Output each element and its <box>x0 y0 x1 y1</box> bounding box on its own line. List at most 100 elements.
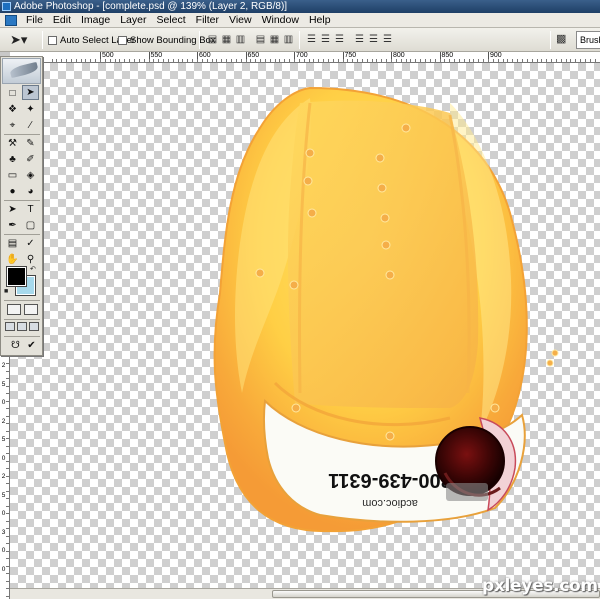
tool-preset-picker[interactable]: ➤▾ <box>10 32 36 48</box>
standard-mode-button[interactable] <box>7 304 21 315</box>
ruler-minor-tick <box>124 59 126 62</box>
ruler-minor-tick <box>274 59 276 62</box>
label-phone-text: 800-439-6311 <box>328 469 451 491</box>
options-separator <box>299 31 300 49</box>
toolbox-divider <box>4 134 40 135</box>
menu-filter[interactable]: Filter <box>191 13 224 27</box>
ruler-minor-tick <box>6 483 9 484</box>
ruler-minor-tick <box>129 59 131 62</box>
ruler-minor-tick <box>6 385 9 387</box>
menu-window[interactable]: Window <box>257 13 304 27</box>
pen-tool-icon[interactable]: ✒ <box>4 218 21 233</box>
distribute-vcenter-icon[interactable]: ☰ <box>319 33 332 46</box>
move-tool-icon[interactable]: ➤ <box>22 85 39 100</box>
ruler-minor-tick <box>226 59 228 62</box>
blur-tool-icon[interactable]: ● <box>4 184 21 199</box>
menu-image[interactable]: Image <box>76 13 115 27</box>
ruler-minor-tick <box>488 59 489 62</box>
distribute-right-icon[interactable]: ☰ <box>381 33 394 46</box>
ruler-minor-tick <box>507 59 509 62</box>
distribute-top-icon[interactable]: ☰ <box>305 33 318 46</box>
align-right-icon[interactable]: ▥ <box>282 33 295 46</box>
align-vcenter-icon[interactable]: ▦ <box>220 33 233 46</box>
toolbox-header[interactable] <box>2 58 41 84</box>
brush-tool-icon[interactable]: ✎ <box>22 136 39 151</box>
feather-icon <box>9 61 39 79</box>
ruler-minor-tick <box>395 59 397 62</box>
default-colors-icon[interactable]: ■ <box>4 288 8 295</box>
brushes-palette-tab[interactable]: Brush <box>576 31 600 49</box>
label-website-text: acdioc.com <box>362 497 418 509</box>
ruler-minor-tick <box>327 59 329 62</box>
distribute-hcenter-icon[interactable]: ☰ <box>367 33 380 46</box>
palette-well-icon[interactable]: ▩ <box>556 33 570 46</box>
menu-view[interactable]: View <box>224 13 257 27</box>
full-screen-menu-mode-button[interactable] <box>17 322 27 331</box>
horizontal-ruler[interactable]: 500 550 600 650 700 750 800 850 900 <box>10 52 600 63</box>
show-bounding-box-label: Show Bounding Box <box>130 34 216 46</box>
ruler-minor-tick <box>240 59 242 62</box>
ruler-minor-tick <box>177 59 179 62</box>
menu-help[interactable]: Help <box>304 13 336 27</box>
ruler-minor-tick <box>114 59 116 62</box>
ruler-minor-tick <box>260 59 262 62</box>
ruler-minor-tick <box>250 59 252 62</box>
menu-select[interactable]: Select <box>151 13 190 27</box>
imageready-icon[interactable]: ☋ <box>7 338 24 353</box>
align-hcenter-icon[interactable]: ▦ <box>268 33 281 46</box>
standard-screen-mode-button[interactable] <box>5 322 15 331</box>
healing-brush-tool-icon[interactable]: ⚒ <box>4 136 21 151</box>
ruler-label: 750 <box>344 52 357 59</box>
auto-select-layer-checkbox[interactable] <box>48 35 57 45</box>
menu-file[interactable]: File <box>21 13 48 27</box>
quick-mask-mode-button[interactable] <box>24 304 38 315</box>
ruler-minor-tick <box>536 59 538 62</box>
foreground-color-swatch[interactable] <box>6 266 27 287</box>
eyedropper-tool-icon[interactable]: ✓ <box>22 236 39 251</box>
path-selection-tool-icon[interactable]: ➤ <box>4 202 21 217</box>
show-bounding-box-checkbox[interactable] <box>118 35 127 45</box>
ruler-minor-tick <box>187 59 189 62</box>
ruler-minor-tick <box>6 453 9 454</box>
notes-tool-icon[interactable]: ▤ <box>4 236 21 251</box>
ruler-minor-tick <box>75 59 77 62</box>
slice-tool-icon[interactable]: ∕ <box>22 118 39 133</box>
jump-to-icon[interactable]: ✔ <box>23 338 40 353</box>
crop-tool-icon[interactable]: ⌖ <box>4 118 21 133</box>
ruler-label: 800 <box>393 52 405 59</box>
distribute-left-icon[interactable]: ☰ <box>353 33 366 46</box>
ruler-minor-tick <box>85 59 87 62</box>
ruler-minor-tick <box>6 505 9 507</box>
show-bounding-box-option[interactable]: Show Bounding Box <box>118 33 216 47</box>
full-screen-mode-button[interactable] <box>29 322 39 331</box>
ruler-minor-tick <box>555 59 557 62</box>
distribute-bottom-icon[interactable]: ☰ <box>333 33 346 46</box>
document-canvas[interactable]: acdioc.com 800-439-6311 <box>10 63 600 588</box>
shape-tool-icon[interactable]: ▢ <box>22 218 39 233</box>
ruler-minor-tick <box>6 475 9 477</box>
magic-wand-tool-icon[interactable]: ✦ <box>22 102 39 117</box>
type-tool-icon[interactable]: T <box>22 202 39 217</box>
dodge-tool-icon[interactable]: ◕ <box>22 184 39 199</box>
menu-layer[interactable]: Layer <box>115 13 151 27</box>
hand-tool-icon[interactable]: ✋ <box>4 252 21 267</box>
ruler-minor-tick <box>497 59 499 62</box>
swap-colors-icon[interactable]: ↶ <box>30 265 36 273</box>
history-brush-tool-icon[interactable]: ✐ <box>22 152 39 167</box>
eraser-tool-icon[interactable]: ▭ <box>4 168 21 183</box>
ruler-minor-tick <box>100 59 101 62</box>
ruler-minor-tick <box>386 59 388 62</box>
align-left-icon[interactable]: ▤ <box>254 33 267 46</box>
marquee-tool-icon[interactable]: □ <box>4 86 21 101</box>
photoshop-window: Adobe Photoshop - [complete.psd @ 139% (… <box>0 0 600 599</box>
watermark: pxleyes.com <box>482 576 598 596</box>
paint-bucket-tool-icon[interactable]: ◈ <box>22 168 39 183</box>
ruler-minor-tick <box>478 59 480 62</box>
align-top-icon[interactable]: ▤ <box>206 33 219 46</box>
clone-stamp-tool-icon[interactable]: ♣ <box>4 152 21 167</box>
lasso-tool-icon[interactable]: ❖ <box>4 102 21 117</box>
align-bottom-icon[interactable]: ▥ <box>234 33 247 46</box>
document-icon[interactable] <box>5 14 17 26</box>
menu-edit[interactable]: Edit <box>48 13 76 27</box>
toolbox-divider <box>4 234 40 235</box>
